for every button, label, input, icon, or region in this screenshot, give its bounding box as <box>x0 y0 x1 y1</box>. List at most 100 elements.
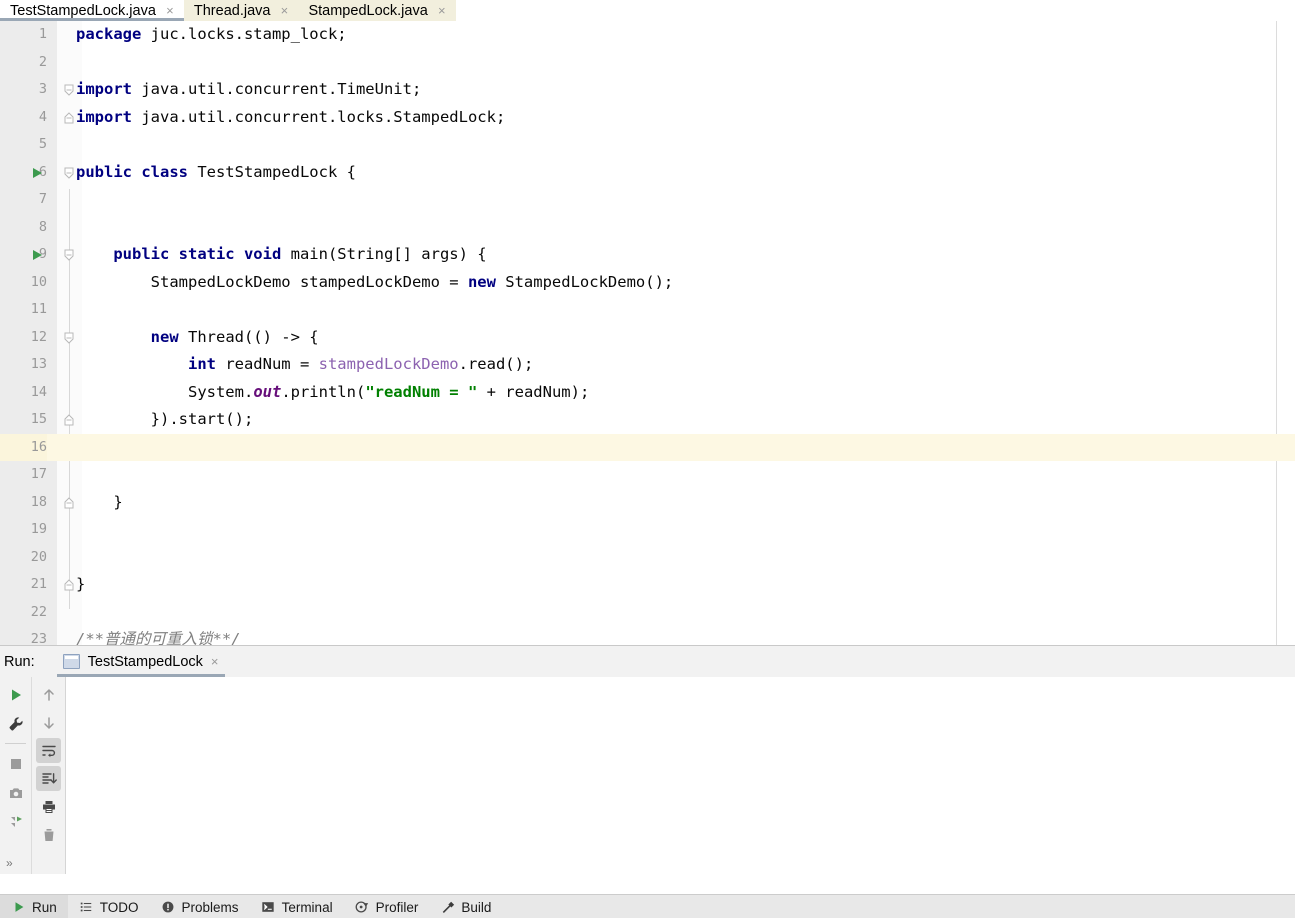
status-bar-button-build[interactable]: Build <box>429 895 502 918</box>
token-plain: java.util.concurrent.TimeUnit; <box>132 80 422 98</box>
run-gutter-icon[interactable] <box>33 250 42 260</box>
close-icon[interactable]: × <box>436 4 448 17</box>
code-line[interactable]: 12 new Thread(() -> { <box>0 324 1295 352</box>
code-line[interactable]: 11 <box>0 296 1295 324</box>
run-gutter-icon[interactable] <box>33 167 42 178</box>
code-line[interactable]: 19 <box>0 516 1295 544</box>
code-line[interactable]: 14 System.out.println("readNum = " + rea… <box>0 379 1295 407</box>
code-line[interactable]: 10 StampedLockDemo stampedLockDemo = new… <box>0 269 1295 297</box>
run-tab-teststampedlock[interactable]: TestStampedLock × <box>56 646 225 677</box>
code-line-text: public class TestStampedLock { <box>76 159 356 187</box>
rerun-failed-tests[interactable] <box>3 809 28 834</box>
editor-tab-stampedlock-java[interactable]: StampedLock.java × <box>298 0 456 21</box>
token-plain: Thread(() -> { <box>178 327 319 346</box>
code-line[interactable]: 5 <box>0 131 1295 159</box>
code-editor[interactable]: 1 package juc.locks.stamp_lock; 2 3 import j… <box>0 21 1295 645</box>
code-line-text: new Thread(() -> { <box>76 324 319 352</box>
play-icon <box>8 687 24 703</box>
line-number: 18 <box>30 493 47 510</box>
down-the-stack-trace[interactable] <box>36 710 61 735</box>
line-number: 4 <box>38 108 47 125</box>
code-line[interactable]: 8 <box>0 214 1295 242</box>
code-line[interactable]: 17 <box>0 461 1295 489</box>
line-number: 5 <box>38 136 47 152</box>
edit-configurations[interactable] <box>3 711 28 736</box>
token-kw: public class <box>76 162 188 181</box>
fold-marker-icon[interactable] <box>63 84 75 97</box>
status-bar-button-profiler[interactable]: Profiler <box>344 895 430 918</box>
toolbar-overflow-button[interactable]: » <box>6 856 13 870</box>
console-output[interactable] <box>65 677 1295 874</box>
code-line[interactable]: 23 /**普通的可重入锁**/ <box>0 626 1295 645</box>
code-line-text: import java.util.concurrent.TimeUnit; <box>76 76 421 104</box>
code-line[interactable]: 15 }).start(); <box>0 406 1295 434</box>
line-number: 16 <box>0 433 47 461</box>
editor-tab-thread-java[interactable]: Thread.java × <box>183 0 299 21</box>
line-number: 11 <box>30 301 47 317</box>
token-plain: main(String[] args) { <box>281 245 487 263</box>
print-button[interactable] <box>36 794 61 819</box>
rerun-button[interactable] <box>3 682 28 707</box>
code-line[interactable]: 13 int readNum = stampedLockDemo.read(); <box>0 351 1295 379</box>
code-line[interactable]: 21} <box>0 571 1295 599</box>
code-line[interactable]: 22 <box>0 599 1295 627</box>
code-line[interactable]: 16 <box>0 433 1295 461</box>
status-bar-button-problems[interactable]: Problems <box>150 895 250 918</box>
token-plain: } <box>76 575 86 593</box>
fold-marker-icon[interactable] <box>63 167 75 180</box>
token-kw: import <box>76 107 132 126</box>
rerun-tests-icon <box>8 814 24 830</box>
list-icon <box>79 900 94 915</box>
line-number: 23 <box>30 631 47 645</box>
tab-bar-filler <box>455 0 1295 21</box>
code-line[interactable]: 1 package juc.locks.stamp_lock; <box>0 21 1295 49</box>
fold-marker-icon[interactable] <box>63 414 75 427</box>
screenshot-button[interactable] <box>3 780 28 805</box>
fold-marker-icon[interactable] <box>63 332 75 345</box>
code-line[interactable]: 6 public class TestStampedLock { <box>0 159 1295 187</box>
fold-marker-icon[interactable] <box>63 579 75 592</box>
token-plain: } <box>76 492 123 511</box>
soft-wrap-toggle[interactable] <box>36 738 61 763</box>
line-number: 2 <box>38 53 47 70</box>
close-icon[interactable]: × <box>164 4 176 17</box>
stop-button[interactable] <box>3 751 28 776</box>
wrench-icon <box>8 716 24 732</box>
token-plain: TestStampedLock { <box>187 162 356 181</box>
token-kw: int <box>187 355 216 373</box>
editor-tab-teststampedlock-java[interactable]: TestStampedLock.java × <box>0 0 184 21</box>
code-line-text: /**普通的可重入锁**/ <box>76 626 241 645</box>
play-icon <box>11 900 26 915</box>
code-line[interactable]: 9 public static void main(String[] args)… <box>0 241 1295 269</box>
stop-icon <box>8 756 24 772</box>
code-line[interactable]: 3 import java.util.concurrent.TimeUnit; <box>0 76 1295 104</box>
up-the-stack-trace[interactable] <box>36 682 61 707</box>
run-toolbar-secondary <box>32 677 65 874</box>
close-icon[interactable]: × <box>278 4 290 17</box>
run-toolbar-primary <box>0 677 32 874</box>
code-line-text: package juc.locks.stamp_lock; <box>76 21 347 49</box>
code-line-text: System.out.println("readNum = " + readNu… <box>76 379 589 407</box>
code-line[interactable]: 20 <box>0 544 1295 572</box>
line-number: 3 <box>38 81 47 97</box>
code-line[interactable]: 2 <box>0 49 1295 77</box>
code-line[interactable]: 4 import java.util.concurrent.locks.Stamp… <box>0 104 1295 132</box>
fold-marker-icon[interactable] <box>63 496 75 510</box>
code-line[interactable]: 7 <box>0 186 1295 214</box>
fold-marker-icon[interactable] <box>63 111 75 125</box>
token-plain: + readNum); <box>477 382 590 401</box>
token-cmt: /**普通的可重入锁**/ <box>76 630 241 645</box>
clear-all-button[interactable] <box>36 822 61 847</box>
status-bar-button-run[interactable]: Run <box>0 895 68 918</box>
status-bar-button-terminal[interactable]: Terminal <box>250 895 344 918</box>
code-line[interactable]: 18 } <box>0 489 1295 517</box>
token-plain: System. <box>76 382 254 401</box>
ide-window: TestStampedLock.java × Thread.java × Stamped… <box>0 0 1295 918</box>
line-number: 17 <box>30 466 47 482</box>
scroll-to-end[interactable] <box>36 766 61 791</box>
fold-marker-icon[interactable] <box>63 249 75 262</box>
close-icon[interactable]: × <box>211 654 219 669</box>
status-bar-button-todo[interactable]: TODO <box>68 895 150 918</box>
